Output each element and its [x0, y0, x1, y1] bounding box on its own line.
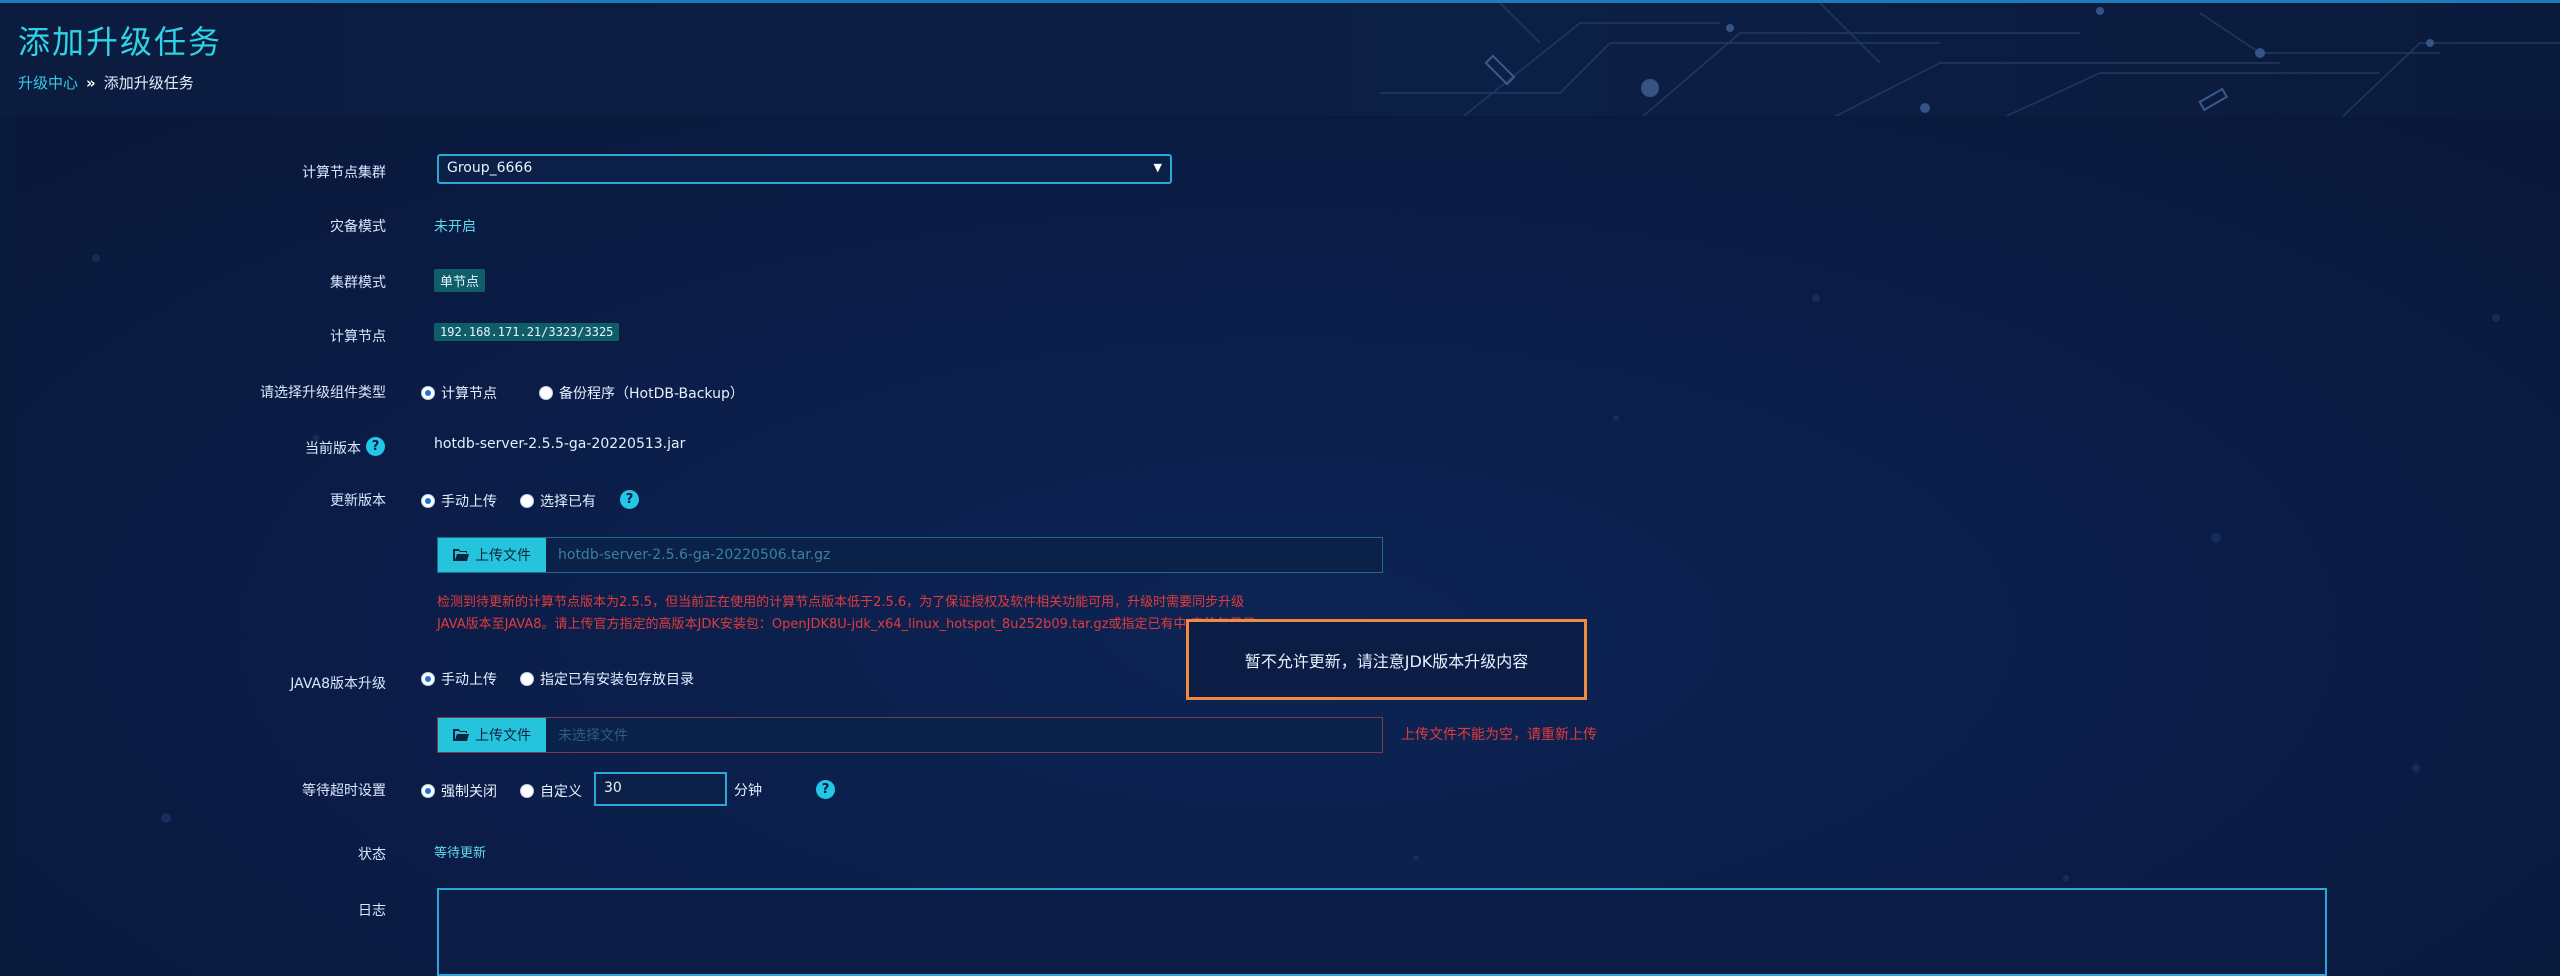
radio-force-close[interactable]: 强制关闭: [421, 781, 497, 801]
upload-file-button-label: 上传文件: [475, 548, 531, 564]
radio-unchecked-icon: [520, 494, 534, 508]
cluster-mode-badge: 单节点: [434, 269, 486, 292]
radio-unchecked-icon: [520, 672, 534, 686]
radio-manual-upload-label: 手动上传: [441, 494, 497, 510]
breadcrumb: 升级中心 » 添加升级任务: [18, 72, 194, 93]
radio-java8-existing-dir-label: 指定已有安装包存放目录: [540, 672, 694, 688]
folder-icon: [453, 728, 469, 741]
breadcrumb-separator: »: [86, 73, 96, 92]
java8-upgrade-label: JAVA8版本升级: [290, 676, 386, 692]
current-version-value: hotdb-server-2.5.5-ga-20220513.jar: [434, 436, 686, 452]
status-label: 状态: [358, 847, 386, 863]
radio-unchecked-icon: [539, 386, 553, 400]
help-icon[interactable]: ?: [816, 780, 835, 799]
breadcrumb-upgrade-center[interactable]: 升级中心: [18, 72, 78, 93]
uploaded-file-name: hotdb-server-2.5.6-ga-20220506.tar.gz: [558, 547, 831, 563]
disaster-mode-value: 未开启: [434, 219, 476, 235]
timeout-label: 等待超时设置: [302, 783, 386, 799]
log-label: 日志: [358, 903, 386, 919]
radio-custom-label: 自定义: [540, 784, 582, 800]
radio-checked-icon: [421, 672, 435, 686]
breadcrumb-current: 添加升级任务: [103, 74, 194, 92]
cluster-select-value: Group_6666: [447, 160, 533, 176]
upload-file-button[interactable]: 上传文件: [438, 538, 546, 572]
upload-file-button[interactable]: 上传文件: [438, 718, 546, 752]
chevron-down-icon: ▼: [1153, 161, 1162, 174]
radio-force-close-label: 强制关闭: [441, 784, 497, 800]
status-value: 等待更新: [434, 846, 487, 861]
radio-java8-manual-upload[interactable]: 手动上传: [421, 669, 497, 689]
upload-field-jdk: 上传文件 未选择文件: [437, 717, 1383, 753]
radio-backup-program-label: 备份程序（HotDB-Backup）: [559, 386, 744, 402]
upload-field-server: 上传文件 hotdb-server-2.5.6-ga-20220506.tar.…: [437, 537, 1383, 573]
no-file-placeholder: 未选择文件: [558, 728, 628, 744]
radio-checked-icon: [421, 386, 435, 400]
radio-choose-existing[interactable]: 选择已有: [520, 491, 596, 511]
radio-compute-node[interactable]: 计算节点: [421, 383, 497, 403]
component-type-label: 请选择升级组件类型: [260, 385, 386, 401]
folder-icon: [453, 548, 469, 561]
cluster-mode-label: 集群模式: [330, 275, 386, 291]
radio-manual-upload[interactable]: 手动上传: [421, 491, 497, 511]
current-version-label: 当前版本: [305, 441, 361, 457]
radio-backup-program[interactable]: 备份程序（HotDB-Backup）: [539, 383, 744, 403]
radio-java8-manual-upload-label: 手动上传: [441, 672, 497, 688]
radio-checked-icon: [421, 784, 435, 798]
disaster-mode-label: 灾备模式: [330, 219, 386, 235]
radio-java8-existing-dir[interactable]: 指定已有安装包存放目录: [520, 669, 694, 689]
toast-message: 暂不允许更新，请注意JDK版本升级内容: [1186, 619, 1587, 700]
timeout-minutes-input[interactable]: 30: [594, 772, 727, 806]
compute-node-label: 计算节点: [330, 329, 386, 345]
warning-line: 检测到待更新的计算节点版本为2.5.5，但当前正在使用的计算节点版本低于2.5.…: [437, 595, 1245, 610]
update-version-label: 更新版本: [330, 493, 386, 509]
main-panel: 计算节点集群 Group_6666 ▼ 灾备模式 未开启 集群模式 单节点 计算…: [16, 118, 2560, 976]
page-header: 添加升级任务 升级中心 » 添加升级任务: [0, 0, 2560, 116]
help-icon[interactable]: ?: [366, 437, 385, 456]
radio-custom[interactable]: 自定义: [520, 781, 582, 801]
upload-file-button-label: 上传文件: [475, 728, 531, 744]
radio-unchecked-icon: [520, 784, 534, 798]
radio-compute-node-label: 计算节点: [441, 386, 497, 402]
log-textarea[interactable]: [437, 888, 2327, 976]
upload-error-message: 上传文件不能为空，请重新上传: [1401, 727, 1597, 743]
cluster-label: 计算节点集群: [302, 165, 386, 181]
circuit-decoration: [1380, 3, 2560, 116]
radio-choose-existing-label: 选择已有: [540, 494, 596, 510]
help-icon[interactable]: ?: [620, 490, 639, 509]
minutes-unit: 分钟: [734, 783, 762, 799]
cluster-select[interactable]: Group_6666 ▼: [437, 154, 1172, 184]
page-title: 添加升级任务: [18, 23, 223, 61]
radio-checked-icon: [421, 494, 435, 508]
compute-node-badge: 192.168.171.21/3323/3325: [434, 323, 620, 341]
